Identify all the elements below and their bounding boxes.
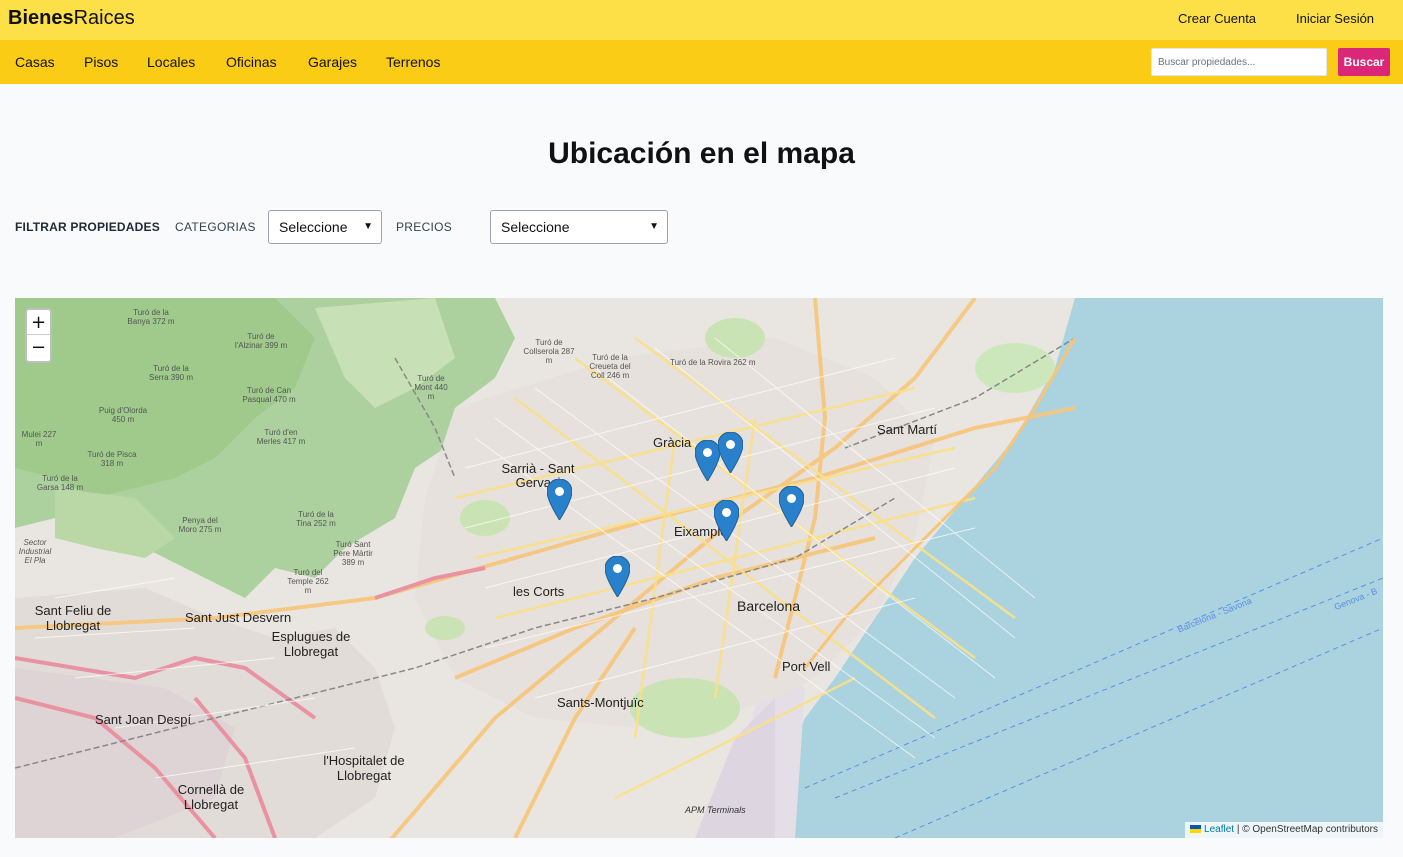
peak-turo-rovira: Turó de la Rovira 262 m (670, 358, 756, 367)
nav-terrenos[interactable]: Terrenos (386, 54, 440, 70)
zoom-control: + − (25, 308, 52, 363)
peak-turo-alzinar: Turó de l'Alzinar 399 m (234, 332, 288, 350)
nav-casas[interactable]: Casas (15, 54, 55, 70)
map-label-sector-industrial: Sector Industrial El Pla (18, 538, 52, 565)
prices-selected-value: Seleccione (501, 219, 570, 235)
peak-turo-temple: Turó del Temple 262 m (287, 568, 329, 595)
map-label-sant-just: Sant Just Desvern (185, 610, 292, 625)
nav-garajes[interactable]: Garajes (308, 54, 357, 70)
peak-mulei: Mulei 227 m (21, 430, 57, 448)
property-marker[interactable] (718, 432, 743, 473)
map-label-gracia: Gràcia (653, 435, 692, 450)
categories-label: CATEGORIAS (175, 220, 256, 234)
peak-turo-tina: Turó de la Tina 252 m (296, 510, 336, 528)
map-label-hospitalet: l'Hospitalet de Llobregat (323, 753, 405, 783)
top-bar: BienesRaices Crear Cuenta Iniciar Sesión (0, 0, 1403, 40)
map-label-les-corts: les Corts (513, 584, 565, 599)
nav-locales[interactable]: Locales (147, 54, 195, 70)
leaflet-link[interactable]: Leaflet (1204, 824, 1234, 835)
map-attribution: Leaflet | © OpenStreetMap contributors (1185, 822, 1383, 838)
zoom-in-button[interactable]: + (27, 310, 50, 335)
map-label-sant-joan: Sant Joan Despí (95, 712, 192, 727)
peak-turo-collserola: Turó de Collserola 287 m (523, 338, 575, 365)
peak-turo-creueta: Turó de la Creueta del Coll 246 m (589, 353, 631, 380)
peak-puig-olorda: Puig d'Olorda 450 m (98, 406, 148, 424)
create-account-link[interactable]: Crear Cuenta (1178, 11, 1256, 26)
property-marker[interactable] (605, 556, 630, 597)
ukraine-flag-icon (1190, 825, 1202, 833)
search-button[interactable]: Buscar (1338, 48, 1390, 76)
chevron-down-icon: ▼ (363, 221, 373, 232)
attribution-text: | © OpenStreetMap contributors (1236, 824, 1378, 835)
property-marker[interactable] (779, 486, 804, 527)
property-marker[interactable] (714, 500, 739, 541)
peak-turo-serra: Turó de la Serra 390 m (148, 364, 194, 382)
categories-selected-value: Seleccione (279, 219, 348, 235)
map-label-cornella: Cornellà de Llobregat (177, 782, 245, 812)
logo[interactable]: BienesRaices (8, 7, 135, 30)
peak-turo-garsa: Turó de la Garsa 148 m (36, 474, 84, 492)
property-marker[interactable] (547, 479, 572, 520)
filter-title: FILTRAR PROPIEDADES (15, 220, 160, 234)
category-navbar: Casas Pisos Locales Oficinas Garajes Ter… (0, 40, 1403, 84)
prices-select[interactable]: Seleccione ▼ (490, 210, 668, 244)
nav-pisos[interactable]: Pisos (84, 54, 118, 70)
peak-turo-banya: Turó de la Banya 372 m (127, 308, 175, 326)
chevron-down-icon: ▼ (649, 221, 659, 232)
map-label-sant-feliu: Sant Feliu de Llobregat (34, 603, 112, 633)
nav-oficinas[interactable]: Oficinas (226, 54, 277, 70)
map-label-sarria: Sarrià - Sant Gervasi (501, 461, 575, 490)
login-link[interactable]: Iniciar Sesión (1296, 11, 1374, 26)
map-label-sants: Sants-Montjuïc (557, 695, 644, 710)
peak-penya-moro: Penya del Moro 275 m (178, 516, 222, 534)
page-title: Ubicación en el mapa (548, 137, 855, 170)
zoom-out-button[interactable]: − (27, 335, 50, 360)
search-input[interactable] (1151, 48, 1327, 76)
map-label-sant-marti: Sant Martí (877, 422, 937, 437)
map-label-esplugues: Esplugues de Llobregat (271, 629, 351, 659)
map-label-port-vell: Port Vell (782, 659, 831, 674)
peak-turo-pasqual: Turó de Can Pasqual 470 m (242, 386, 296, 404)
peak-turo-pere: Turó Sant Pere Màrtir 389 m (333, 540, 373, 567)
map-tiles (15, 298, 1383, 838)
map-label-barcelona: Barcelona (737, 598, 801, 614)
peak-turo-pisco: Turó de Pisca 318 m (87, 450, 137, 468)
prices-label: PRECIOS (396, 220, 453, 234)
peak-turo-mont: Turó de Mont 440 m (414, 374, 448, 401)
logo-light: Raices (73, 7, 135, 29)
categories-select[interactable]: Seleccione ▼ (268, 210, 382, 244)
logo-bold: Bienes (8, 7, 74, 29)
map[interactable]: Gràcia Sarrià - Sant Gervasi Eixample Ba… (15, 298, 1383, 838)
map-label-apm: APM Terminals (685, 805, 746, 815)
property-marker[interactable] (695, 440, 720, 481)
peak-turo-merles: Turó d'en Merles 417 m (256, 428, 306, 446)
